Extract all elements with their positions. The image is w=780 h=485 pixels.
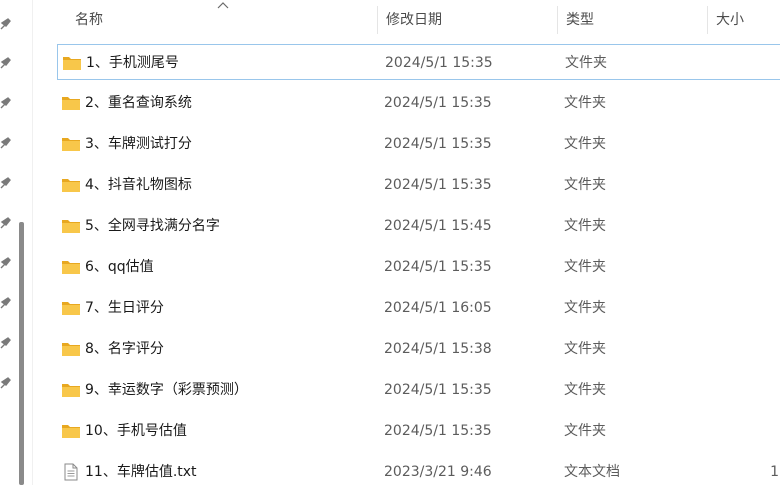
- file-row[interactable]: 5、全网寻找满分名字 2024/5/1 15:45 文件夹: [57, 208, 780, 244]
- file-row[interactable]: 4、抖音礼物图标 2024/5/1 15:35 文件夹: [57, 167, 780, 203]
- file-size: [707, 290, 779, 326]
- file-name: 8、名字评分: [85, 341, 164, 357]
- file-row[interactable]: 3、车牌测试打分 2024/5/1 15:35 文件夹: [57, 126, 780, 162]
- file-size: 1: [770, 464, 779, 480]
- file-name: 1、手机测尾号: [86, 55, 179, 71]
- file-name: 7、生日评分: [85, 300, 164, 316]
- folder-icon: [62, 384, 80, 397]
- folder-icon: [62, 343, 80, 356]
- navigation-pane: [0, 0, 32, 485]
- file-date: 2024/5/1 15:35: [384, 423, 492, 439]
- file-type: 文件夹: [564, 300, 606, 316]
- file-explorer-window: 名称 修改日期 类型 大小 1、手机测尾号 2024/5/1 15:35 文件夹…: [0, 0, 780, 485]
- file-type: 文件夹: [564, 136, 606, 152]
- column-header-name[interactable]: 名称: [67, 0, 377, 40]
- file-row[interactable]: 9、幸运数字（彩票预测） 2024/5/1 15:35 文件夹: [57, 372, 780, 408]
- file-name: 5、全网寻找满分名字: [85, 218, 220, 234]
- file-name: 3、车牌测试打分: [85, 136, 192, 152]
- file-date: 2024/5/1 15:35: [384, 259, 492, 275]
- pin-icon[interactable]: [0, 56, 12, 70]
- folder-icon: [62, 179, 80, 192]
- file-name: 4、抖音礼物图标: [85, 177, 192, 193]
- file-size: [707, 126, 779, 162]
- pin-icon[interactable]: [0, 96, 12, 110]
- file-type: 文本文档: [564, 464, 620, 480]
- file-date: 2024/5/1 15:45: [384, 218, 492, 234]
- folder-icon: [63, 57, 81, 70]
- folder-icon: [62, 302, 80, 315]
- file-date: 2024/5/1 15:35: [384, 177, 492, 193]
- file-date: 2023/3/21 9:46: [384, 464, 492, 480]
- file-row[interactable]: 11、车牌估值.txt 2023/3/21 9:46 文本文档 1: [57, 454, 780, 485]
- file-row[interactable]: 8、名字评分 2024/5/1 15:38 文件夹: [57, 331, 780, 367]
- file-size: [707, 249, 779, 285]
- file-date: 2024/5/1 15:35: [384, 95, 492, 111]
- file-row[interactable]: 7、生日评分 2024/5/1 16:05 文件夹: [57, 290, 780, 326]
- file-type: 文件夹: [564, 218, 606, 234]
- pin-icon[interactable]: [0, 336, 12, 350]
- folder-icon: [62, 97, 80, 110]
- file-row[interactable]: 6、qq估值 2024/5/1 15:35 文件夹: [57, 249, 780, 285]
- pane-divider[interactable]: [32, 0, 33, 485]
- folder-icon: [62, 261, 80, 274]
- file-name: 10、手机号估值: [85, 423, 187, 439]
- file-row[interactable]: 1、手机测尾号 2024/5/1 15:35 文件夹: [57, 44, 780, 80]
- file-date: 2024/5/1 15:35: [384, 382, 492, 398]
- navigation-scrollbar-thumb[interactable]: [19, 222, 24, 485]
- file-type: 文件夹: [564, 259, 606, 275]
- pin-icon[interactable]: [0, 376, 12, 390]
- file-type: 文件夹: [564, 95, 606, 111]
- file-size: [707, 331, 779, 367]
- file-size: [707, 167, 779, 203]
- file-type: 文件夹: [564, 177, 606, 193]
- file-size: [707, 208, 779, 244]
- file-row[interactable]: 2、重名查询系统 2024/5/1 15:35 文件夹: [57, 85, 780, 121]
- folder-icon: [62, 425, 80, 438]
- file-name: 2、重名查询系统: [85, 95, 192, 111]
- file-date: 2024/5/1 15:38: [384, 341, 492, 357]
- file-type: 文件夹: [564, 341, 606, 357]
- column-header-date[interactable]: 修改日期: [378, 0, 558, 40]
- file-size: [707, 85, 779, 121]
- pin-icon[interactable]: [0, 296, 12, 310]
- file-name: 11、车牌估值.txt: [85, 464, 197, 480]
- pin-icon[interactable]: [0, 176, 12, 190]
- text-file-icon: [64, 463, 78, 481]
- file-type: 文件夹: [565, 55, 607, 71]
- file-date: 2024/5/1 15:35: [385, 55, 493, 71]
- folder-icon: [62, 138, 80, 151]
- pin-icon[interactable]: [0, 17, 12, 31]
- file-size: [707, 413, 779, 449]
- column-header-size[interactable]: 大小: [708, 0, 780, 40]
- file-type: 文件夹: [564, 423, 606, 439]
- column-header: 名称 修改日期 类型 大小: [33, 0, 780, 40]
- file-name: 6、qq估值: [85, 259, 154, 275]
- file-name: 9、幸运数字（彩票预测）: [85, 382, 248, 398]
- file-size: [708, 45, 780, 81]
- file-row[interactable]: 10、手机号估值 2024/5/1 15:35 文件夹: [57, 413, 780, 449]
- pin-icon[interactable]: [0, 256, 12, 270]
- folder-icon: [62, 220, 80, 233]
- file-type: 文件夹: [564, 382, 606, 398]
- pin-icon[interactable]: [0, 216, 12, 230]
- file-date: 2024/5/1 15:35: [384, 136, 492, 152]
- file-size: [707, 372, 779, 408]
- pin-icon[interactable]: [0, 136, 12, 150]
- column-header-type[interactable]: 类型: [558, 0, 708, 40]
- file-date: 2024/5/1 16:05: [384, 300, 492, 316]
